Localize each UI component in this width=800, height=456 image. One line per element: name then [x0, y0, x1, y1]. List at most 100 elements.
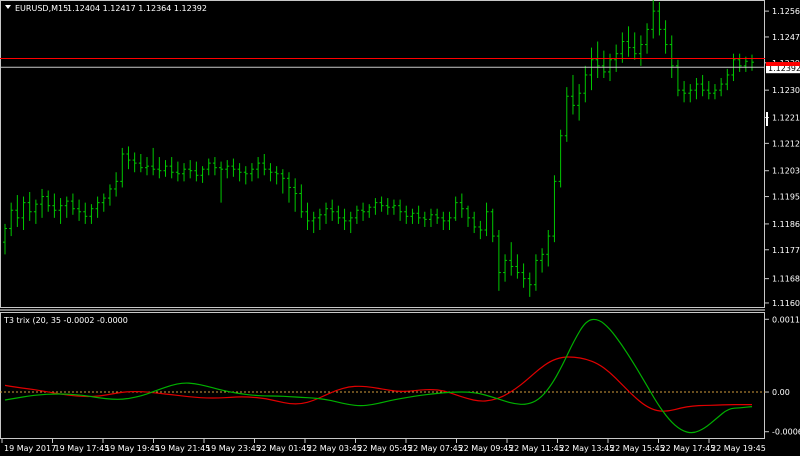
- ohlc-bar: [391, 199, 396, 215]
- ohlc-bar: [570, 74, 575, 115]
- trix-fast-line: [4, 318, 753, 434]
- ohlc-bar: [157, 157, 162, 179]
- ohlc-bar: [169, 157, 174, 179]
- ohlc-bar: [206, 158, 211, 176]
- ohlc-bar: [249, 163, 254, 182]
- ohlc-bar: [428, 208, 433, 227]
- ohlc-bar: [305, 202, 310, 230]
- price-axis: 1.125601.124751.123901.123001.122101.121…: [765, 7, 800, 308]
- time-tick-label: 22 May 13:45: [560, 444, 615, 453]
- indicator-tick-label: 0.0011: [772, 315, 800, 324]
- ohlc-bar: [151, 147, 156, 176]
- ohlc-bar: [706, 81, 711, 100]
- time-tick-label: 22 May 09:45: [459, 444, 514, 453]
- ohlc-bar: [317, 208, 322, 230]
- ohlc-bar: [496, 230, 501, 291]
- ohlc-bar: [21, 196, 26, 230]
- indicator-tick-label: -0.0006: [772, 428, 800, 437]
- ohlc-bar: [583, 65, 588, 103]
- ohlc-bar: [299, 184, 304, 218]
- ohlc-bar: [379, 196, 384, 212]
- ohlc-bar: [293, 178, 298, 212]
- price-tick-label: 1.12475: [772, 33, 800, 42]
- price-tick-label: 1.12300: [772, 86, 800, 95]
- ohlc-bar: [138, 154, 143, 173]
- time-tick-label: 22 May 01:45: [257, 444, 312, 453]
- ohlc-bar: [515, 254, 520, 279]
- time-tick-label: 19 May 2017: [4, 444, 56, 453]
- ohlc-bar: [373, 198, 378, 215]
- ohlc-bar: [95, 196, 100, 218]
- ohlc-bar: [286, 172, 291, 203]
- ohlc-bar: [132, 152, 137, 173]
- ohlc-bar: [175, 161, 180, 182]
- ohlc-bar: [243, 166, 248, 185]
- ohlc-bar: [719, 78, 724, 97]
- ohlc-bar: [311, 211, 316, 234]
- ohlc-bar: [484, 202, 489, 237]
- ohlc-bar: [126, 146, 131, 170]
- ohlc-bar: [64, 196, 69, 218]
- ohlc-bar: [330, 199, 335, 221]
- ohlc-bar: [219, 161, 224, 203]
- time-tick-label: 22 May 17:45: [661, 444, 716, 453]
- ohlc-bar: [422, 211, 427, 227]
- ohlc-bar: [280, 169, 285, 194]
- ohlc-readout: 1.12404 1.12417 1.12364 1.12392: [67, 4, 207, 13]
- ohlc-bars: [3, 0, 754, 297]
- ohlc-bar: [268, 163, 273, 182]
- ohlc-bar: [200, 166, 205, 183]
- chart-header: EURUSD,M15 1.12404 1.12417 1.12364 1.123…: [5, 4, 207, 13]
- ohlc-bar: [46, 190, 51, 212]
- ohlc-bar: [77, 199, 82, 221]
- ohlc-bar: [509, 242, 514, 276]
- ohlc-bar: [231, 158, 236, 177]
- main-chart-frame: [0, 0, 765, 308]
- ohlc-bar: [558, 129, 563, 188]
- ohlc-bar: [83, 202, 88, 224]
- time-axis: 19 May 201719 May 17:4519 May 19:45 19 Ma…: [1, 439, 766, 453]
- time-tick-label: 22 May 11:45: [509, 444, 564, 453]
- price-tick-label: 1.11775: [772, 246, 800, 255]
- price-tick-label: 1.12125: [772, 139, 800, 148]
- ohlc-bar: [712, 84, 717, 100]
- ohlc-bar: [188, 160, 193, 179]
- ohlc-bar: [33, 199, 38, 224]
- ohlc-bar: [577, 84, 582, 121]
- ohlc-bar: [3, 223, 7, 255]
- scrollbar-marker[interactable]: [766, 112, 768, 126]
- triangle-down-icon[interactable]: [5, 5, 11, 9]
- indicator-axis: 0.0011 0.00 -0.0006: [765, 315, 800, 437]
- ohlc-bar: [89, 204, 94, 224]
- time-tick-label: 19 May 17:45: [55, 444, 110, 453]
- main-price-pane: 1.125601.124751.123901.123001.122101.121…: [0, 0, 800, 308]
- ohlc-bar: [144, 157, 149, 176]
- ohlc-bar: [725, 68, 730, 91]
- ohlc-bar: [737, 53, 742, 72]
- ohlc-bar: [638, 35, 643, 66]
- price-tick-label: 1.12035: [772, 167, 800, 176]
- ohlc-bar: [453, 196, 458, 221]
- ohlc-bar: [336, 205, 341, 224]
- indicator-tick-label: 0.00: [772, 388, 790, 397]
- ohlc-bar: [675, 59, 680, 97]
- ohlc-bar: [503, 254, 508, 282]
- ohlc-bar: [194, 161, 199, 182]
- ohlc-bar: [58, 198, 63, 224]
- ohlc-bar: [237, 163, 242, 182]
- ohlc-bar: [521, 263, 526, 288]
- ohlc-bar: [163, 160, 168, 177]
- ohlc-bar: [632, 32, 637, 60]
- time-tick-label: 19 May 23:45: [206, 444, 261, 453]
- ohlc-bar: [342, 208, 347, 230]
- ohlc-bar: [527, 272, 532, 297]
- ohlc-bar: [256, 157, 261, 179]
- ohlc-bar: [52, 193, 57, 218]
- ohlc-bar: [367, 204, 372, 218]
- ohlc-bar: [669, 35, 674, 78]
- ohlc-bar: [540, 248, 545, 273]
- price-tick-label: 1.11600: [772, 299, 800, 308]
- time-tick-label: 22 May 05:45: [358, 444, 413, 453]
- ohlc-bar: [225, 160, 230, 179]
- time-tick-label: 19 May 19:45: [105, 444, 160, 453]
